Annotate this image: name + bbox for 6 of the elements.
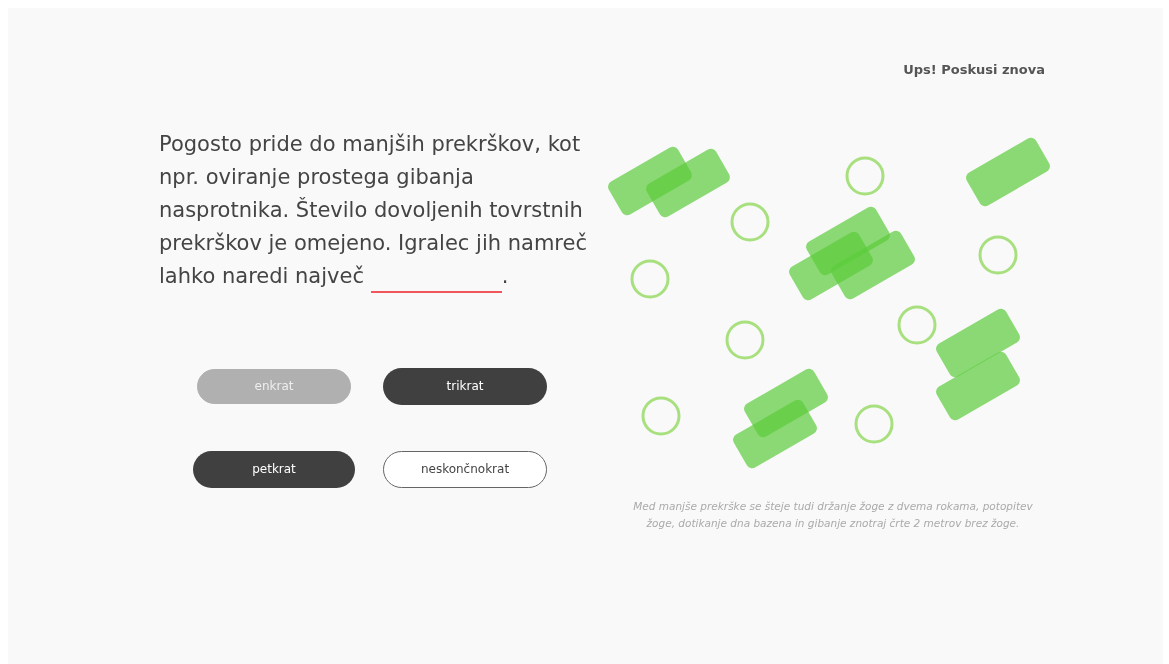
answer-button[interactable]: petkrat	[193, 450, 355, 488]
answer-button[interactable]: trikrat	[383, 367, 547, 405]
caption-text: Med manjše prekrške se šteje tudi držanje žoge z dvema rokama, potopitev žoge, dotikanje dna bazena in gibanje znotraj črte 2 metrov brez žoge.	[632, 498, 1034, 531]
answer-button[interactable]: neskončnokrat	[383, 450, 547, 488]
feedback-message: Ups! Poskusi znova	[903, 61, 1046, 79]
question-text: Pogosto pride do manjših prekrškov, kot npr. oviranje prostega gibanja nasprotnika. Število dovoljenih tovrstnih prekrškov je omejeno. Igralec jih namreč lahko naredi največ .	[159, 127, 599, 293]
